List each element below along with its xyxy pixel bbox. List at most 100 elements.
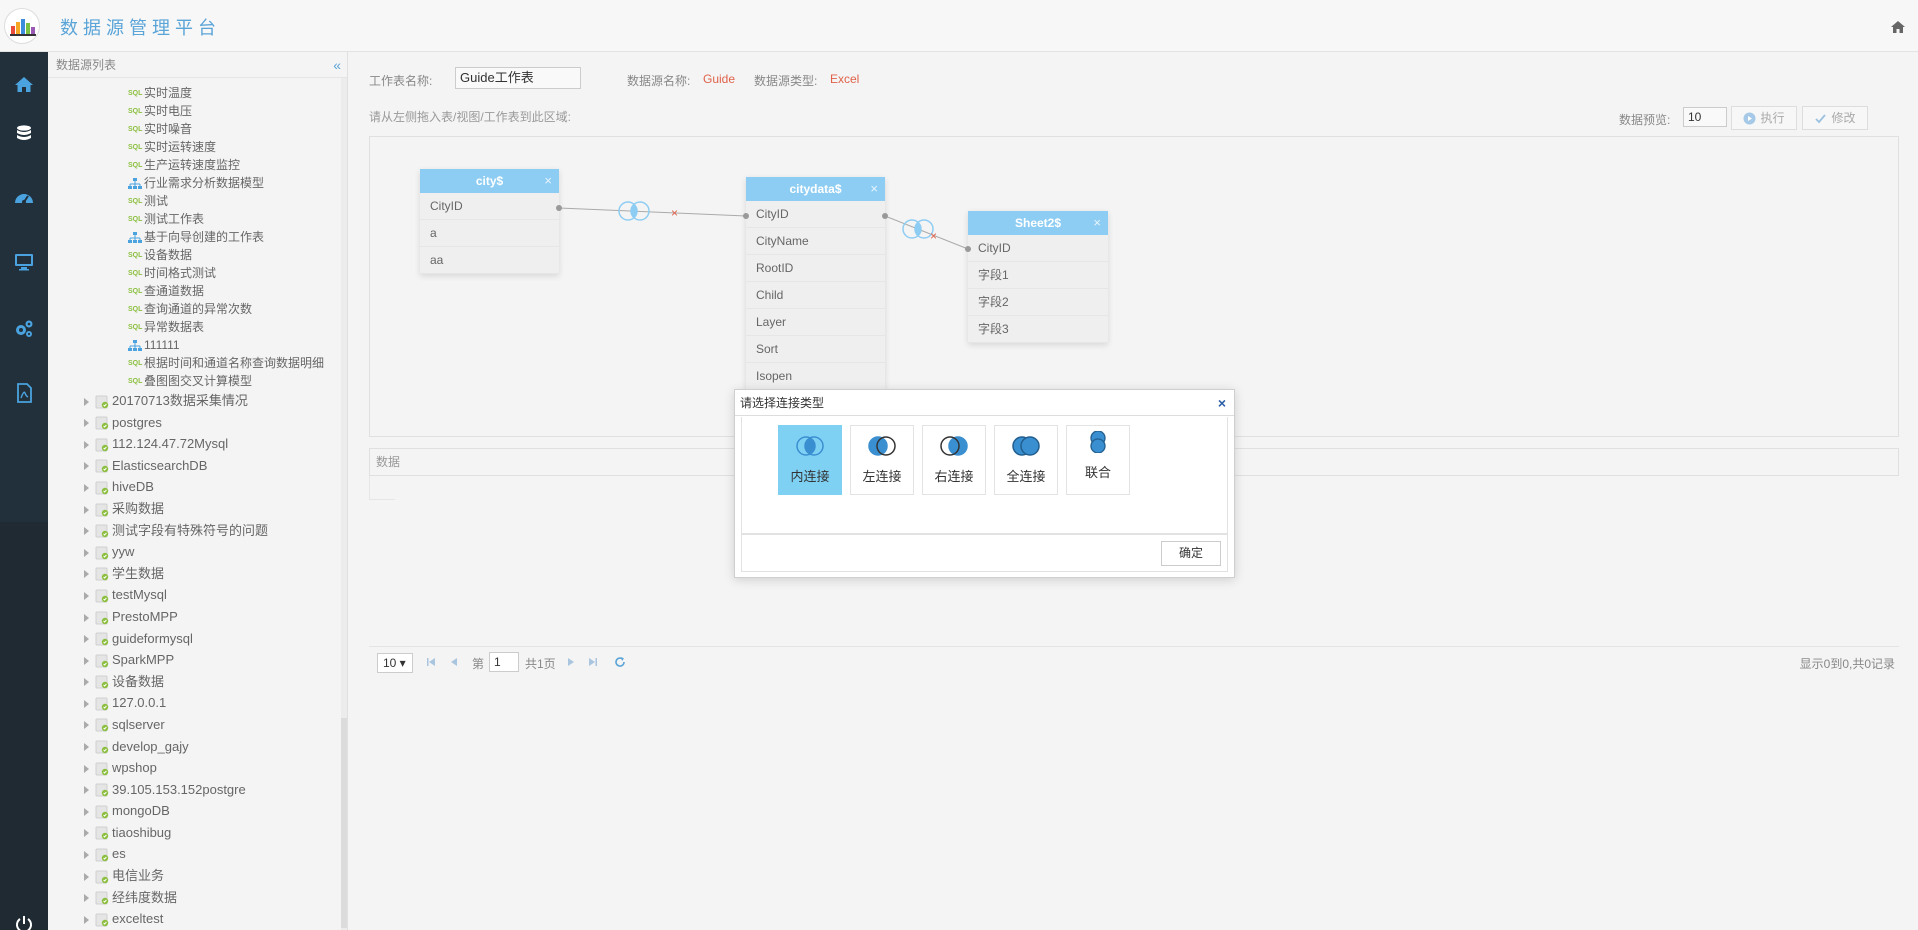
dashboard-nav-icon[interactable] bbox=[12, 186, 36, 210]
last-page-icon[interactable] bbox=[587, 656, 599, 668]
left-join-option[interactable]: 左连接 bbox=[850, 425, 914, 495]
tree-database-item[interactable]: tiaoshibug bbox=[48, 822, 347, 844]
tree-database-item[interactable]: 127.0.0.1 bbox=[48, 692, 347, 714]
tree-database-item[interactable]: exceltest bbox=[48, 908, 347, 930]
refresh-icon[interactable] bbox=[614, 656, 626, 668]
tree-database-item[interactable]: 112.124.47.72Mysql bbox=[48, 433, 347, 455]
tree-child-item[interactable]: SQL 查询通道的异常次数 bbox=[48, 300, 347, 318]
tree-child-item[interactable]: 行业需求分析数据模型 bbox=[48, 174, 347, 192]
tree-child-item[interactable]: SQL 实时温度 bbox=[48, 84, 347, 102]
tree-child-item[interactable]: SQL 时间格式测试 bbox=[48, 264, 347, 282]
expand-arrow-icon[interactable] bbox=[84, 505, 89, 514]
tree-database-item[interactable]: 20170713数据采集情况 bbox=[48, 390, 347, 412]
expand-arrow-icon[interactable] bbox=[84, 786, 89, 795]
table-card-sheet2[interactable]: Sheet2$ × CityID 字段1 字段2 字段3 bbox=[968, 211, 1108, 343]
tree-database-item[interactable]: 设备数据 bbox=[48, 671, 347, 693]
tree-child-item[interactable]: SQL 根据时间和通道名称查询数据明细 bbox=[48, 354, 347, 372]
inner-join-option[interactable]: 内连接 bbox=[778, 425, 842, 495]
tree-database-item[interactable]: es bbox=[48, 843, 347, 865]
tree-database-item[interactable]: mongoDB bbox=[48, 800, 347, 822]
dialog-close-icon[interactable]: × bbox=[1218, 390, 1226, 416]
close-table-icon[interactable]: × bbox=[1093, 211, 1101, 235]
tree-database-item[interactable]: guideformysql bbox=[48, 628, 347, 650]
expand-arrow-icon[interactable] bbox=[84, 527, 89, 536]
expand-arrow-icon[interactable] bbox=[84, 591, 89, 600]
tree-database-item[interactable]: 经纬度数据 bbox=[48, 887, 347, 909]
expand-arrow-icon[interactable] bbox=[84, 743, 89, 752]
expand-arrow-icon[interactable] bbox=[84, 872, 89, 881]
pdf-nav-icon[interactable] bbox=[12, 381, 36, 405]
expand-arrow-icon[interactable] bbox=[84, 419, 89, 428]
right-join-option[interactable]: 右连接 bbox=[922, 425, 986, 495]
tree-child-item[interactable]: SQL 生产运转速度监控 bbox=[48, 156, 347, 174]
tree-child-item[interactable]: SQL 测试 bbox=[48, 192, 347, 210]
expand-arrow-icon[interactable] bbox=[84, 570, 89, 579]
tree-scrollbar-thumb[interactable] bbox=[341, 718, 347, 928]
page-size-select[interactable]: 10 ▾ bbox=[377, 653, 413, 673]
prev-page-icon[interactable] bbox=[448, 656, 460, 668]
tree-database-item[interactable]: hiveDB bbox=[48, 476, 347, 498]
table-field-row[interactable]: a bbox=[420, 220, 559, 247]
union-option[interactable]: 联合 bbox=[1066, 425, 1130, 495]
table-field-row[interactable]: Isopen bbox=[746, 363, 885, 390]
table-field-row[interactable]: RootID bbox=[746, 255, 885, 282]
close-table-icon[interactable]: × bbox=[870, 177, 878, 201]
tree-database-item[interactable]: wpshop bbox=[48, 757, 347, 779]
expand-arrow-icon[interactable] bbox=[84, 764, 89, 773]
tree-child-item[interactable]: SQL 异常数据表 bbox=[48, 318, 347, 336]
app-logo[interactable] bbox=[4, 8, 40, 44]
expand-arrow-icon[interactable] bbox=[84, 678, 89, 687]
tree-child-item[interactable]: 基于向导创建的工作表 bbox=[48, 228, 347, 246]
page-number-input[interactable]: 1 bbox=[489, 652, 519, 672]
tree-child-item[interactable]: SQL 设备数据 bbox=[48, 246, 347, 264]
expand-arrow-icon[interactable] bbox=[84, 397, 89, 406]
modify-button[interactable]: 修改 bbox=[1802, 106, 1868, 130]
table-field-row[interactable]: CityName bbox=[746, 228, 885, 255]
tree-database-item[interactable]: 电信业务 bbox=[48, 865, 347, 887]
expand-arrow-icon[interactable] bbox=[84, 462, 89, 471]
expand-arrow-icon[interactable] bbox=[84, 613, 89, 622]
tree-scrollbar[interactable] bbox=[341, 78, 347, 930]
tree-child-item[interactable]: SQL 查通道数据 bbox=[48, 282, 347, 300]
monitor-nav-icon[interactable] bbox=[12, 250, 36, 274]
expand-arrow-icon[interactable] bbox=[84, 635, 89, 644]
expand-arrow-icon[interactable] bbox=[84, 656, 89, 665]
expand-arrow-icon[interactable] bbox=[84, 721, 89, 730]
expand-arrow-icon[interactable] bbox=[84, 440, 89, 449]
full-join-option[interactable]: 全连接 bbox=[994, 425, 1058, 495]
tree-database-item[interactable]: ElasticsearchDB bbox=[48, 455, 347, 477]
tree-database-item[interactable]: testMysql bbox=[48, 584, 347, 606]
expand-arrow-icon[interactable] bbox=[84, 829, 89, 838]
table-field-row[interactable]: aa bbox=[420, 247, 559, 274]
settings-nav-icon[interactable] bbox=[12, 317, 36, 341]
table-card-citydata[interactable]: citydata$ × CityID CityName RootID Child Lay… bbox=[746, 177, 885, 390]
collapse-panel-button[interactable]: « bbox=[333, 52, 341, 78]
table-card-header[interactable]: city$ × bbox=[420, 169, 559, 193]
tree-child-item[interactable]: SQL 实时运转速度 bbox=[48, 138, 347, 156]
tree-database-item[interactable]: 测试字段有特殊符号的问题 bbox=[48, 520, 347, 542]
table-card-city[interactable]: city$ × CityID a aa bbox=[420, 169, 559, 274]
table-field-row[interactable]: 字段1 bbox=[968, 262, 1108, 289]
execute-button[interactable]: 执行 bbox=[1731, 106, 1797, 130]
sheet-name-input[interactable]: Guide工作表 bbox=[455, 67, 581, 89]
tree-child-item[interactable]: SQL 实时电压 bbox=[48, 102, 347, 120]
table-field-row[interactable]: 字段3 bbox=[968, 316, 1108, 343]
preview-count-input[interactable]: 10 bbox=[1683, 107, 1727, 127]
expand-arrow-icon[interactable] bbox=[84, 807, 89, 816]
table-card-header[interactable]: Sheet2$ × bbox=[968, 211, 1108, 235]
tree-database-item[interactable]: 采购数据 bbox=[48, 498, 347, 520]
confirm-button[interactable]: 确定 bbox=[1161, 541, 1221, 566]
expand-arrow-icon[interactable] bbox=[84, 699, 89, 708]
table-field-row[interactable]: 字段2 bbox=[968, 289, 1108, 316]
tree-database-item[interactable]: 学生数据 bbox=[48, 563, 347, 585]
home-icon[interactable] bbox=[1890, 20, 1906, 34]
tree-child-item[interactable]: SQL 测试工作表 bbox=[48, 210, 347, 228]
table-field-row[interactable]: Child bbox=[746, 282, 885, 309]
tree-child-item[interactable]: SQL 叠图图交叉计算模型 bbox=[48, 372, 347, 390]
expand-arrow-icon[interactable] bbox=[84, 851, 89, 860]
tree-database-item[interactable]: sqlserver bbox=[48, 714, 347, 736]
expand-arrow-icon[interactable] bbox=[84, 483, 89, 492]
first-page-icon[interactable] bbox=[425, 656, 437, 668]
table-field-row[interactable]: CityID bbox=[968, 235, 1108, 262]
expand-arrow-icon[interactable] bbox=[84, 894, 89, 903]
